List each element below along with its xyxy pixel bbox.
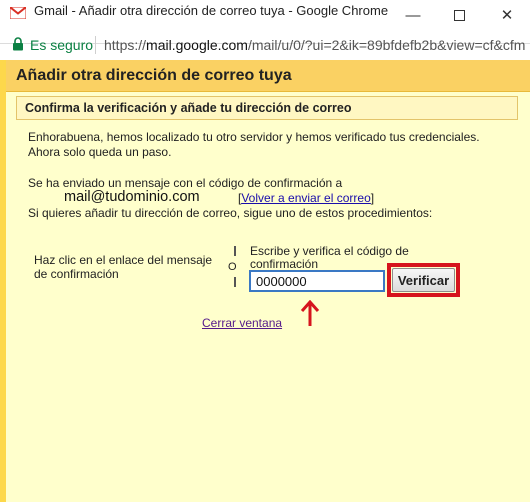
email-address: mail@tudominio.com <box>64 189 200 205</box>
url-path: /mail/u/0/?ui=2&ik=89bfdefb2b&view=cf&cf… <box>247 37 526 53</box>
resend-email-label[interactable]: Volver a enviar el correo <box>241 191 370 205</box>
address-divider <box>95 36 96 54</box>
option-code-line1: Escribe y verifica el código de <box>250 244 409 258</box>
option-click-line1: Haz clic en el enlace del mensaje <box>34 253 213 267</box>
title-row: Gmail - Añadir otra dirección de correo … <box>0 0 530 24</box>
dialog-page: Añadir otra dirección de correo tuya Con… <box>0 60 530 502</box>
maximize-button[interactable] <box>436 0 482 30</box>
red-arrow-up-icon <box>300 300 320 326</box>
browser-titlebar: Gmail - Añadir otra dirección de correo … <box>0 0 530 54</box>
dialog-header: Añadir otra dirección de correo tuya <box>6 60 530 92</box>
separator-bar-top <box>234 246 236 256</box>
secure-label: Es seguro <box>30 37 94 53</box>
close-window-button[interactable]: ✕ <box>484 0 530 30</box>
section-title: Confirma la verificación y añade tu dire… <box>25 101 352 115</box>
maximize-icon <box>453 9 465 21</box>
lock-icon <box>13 37 23 51</box>
resend-bracket-close: ] <box>370 191 375 205</box>
section-header: Confirma la verificación y añade tu dire… <box>16 96 518 120</box>
window-title: Gmail - Añadir otra dirección de correo … <box>34 3 389 18</box>
alternative-message: Si quieres añadir tu dirección de correo… <box>28 206 433 220</box>
resend-email-link[interactable]: [Volver a enviar el correo] <box>238 191 374 205</box>
separator-bar-bottom <box>234 277 236 287</box>
separator-or: O <box>228 261 237 273</box>
congrats-text-line2: Ahora solo queda un paso. <box>28 145 172 159</box>
minimize-button[interactable]: — <box>390 0 436 30</box>
sent-message: Se ha enviado un mensaje con el código d… <box>28 176 343 190</box>
confirmation-code-input[interactable] <box>249 270 385 292</box>
close-window-link[interactable]: Cerrar ventana <box>202 316 282 330</box>
url-scheme: https:// <box>104 37 147 53</box>
address-bar[interactable]: Es seguro https://mail.google.com/mail/u… <box>0 33 530 59</box>
minimize-icon: — <box>405 6 421 24</box>
url-host: mail.google.com <box>146 37 248 53</box>
dialog-title: Añadir otra dirección de correo tuya <box>16 67 292 84</box>
verify-button[interactable]: Verificar <box>392 268 455 292</box>
congrats-text-line1: Enhorabuena, hemos localizado tu otro se… <box>28 130 480 144</box>
close-icon: ✕ <box>500 7 514 24</box>
gmail-icon <box>10 7 26 19</box>
url-text[interactable]: https://mail.google.com/mail/u/0/?ui=2&i… <box>104 37 528 53</box>
option-code-line2: confirmación <box>250 257 319 271</box>
option-click-line2: de confirmación <box>34 267 119 281</box>
